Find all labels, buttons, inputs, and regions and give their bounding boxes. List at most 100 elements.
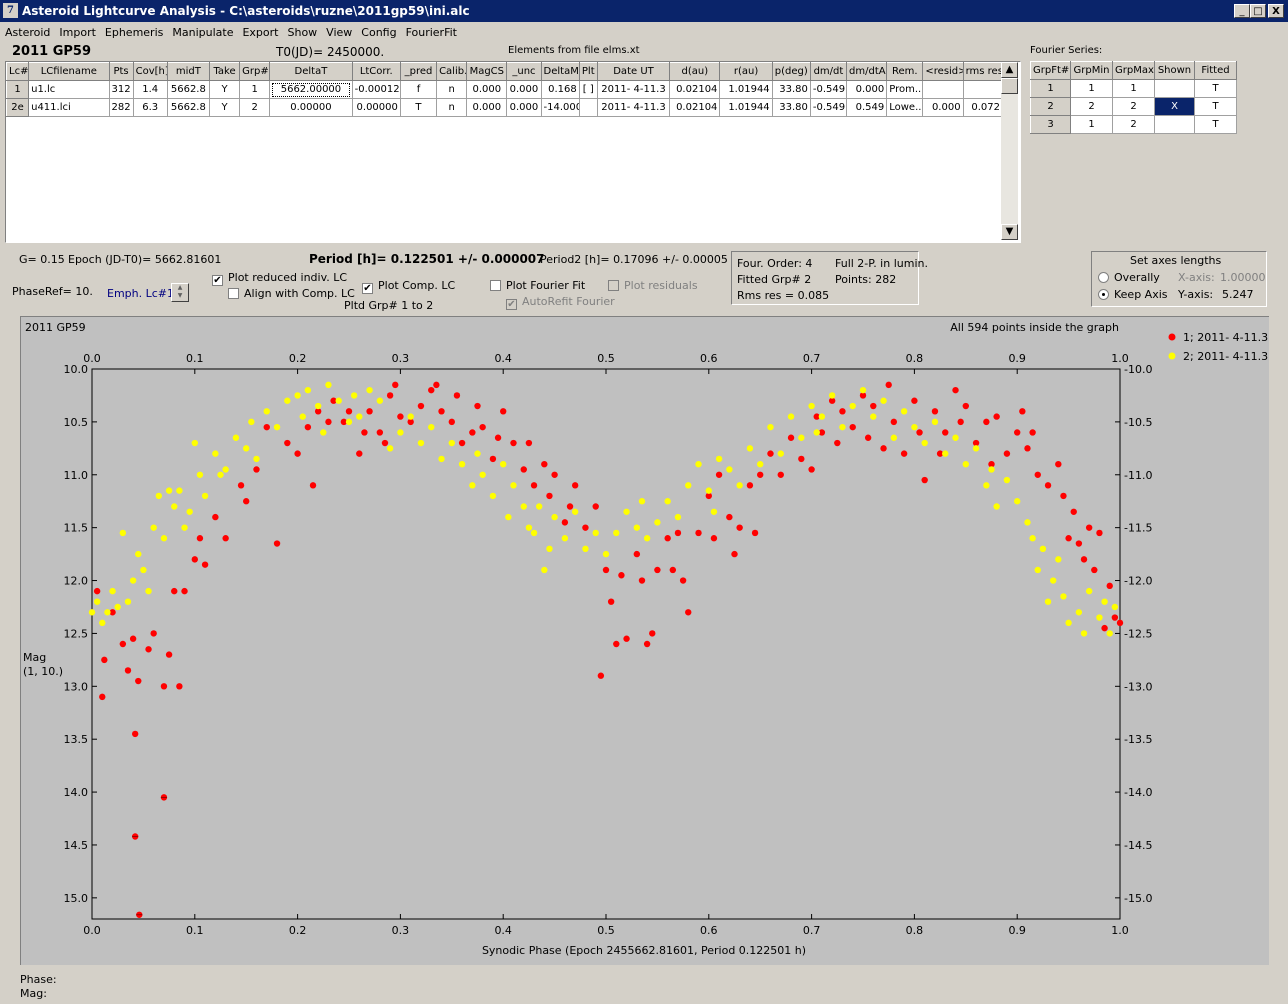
cell[interactable]: 1 (239, 80, 271, 99)
cell[interactable]: T (1194, 97, 1237, 116)
autorefit-checkbox[interactable]: ✔ AutoRefit Fourier (506, 295, 615, 310)
lightcurve-plot[interactable]: 2011 GP59 All 594 points inside the grap… (20, 316, 1269, 965)
checkbox-checked-icon[interactable]: ✔ (362, 283, 373, 294)
radio-selected-icon[interactable] (1098, 289, 1109, 300)
cell[interactable]: 6.3 (132, 98, 168, 117)
col-header[interactable]: p(deg) (771, 62, 811, 81)
cell[interactable]: 282 (108, 98, 134, 117)
checkbox-icon[interactable] (228, 288, 239, 299)
row-header[interactable]: 2 (1030, 97, 1071, 116)
plot-reduced-checkbox[interactable]: ✔ Plot reduced indiv. LC (212, 271, 347, 286)
close-button[interactable]: X (1268, 4, 1284, 18)
fourier-row[interactable]: 222XT (1030, 97, 1237, 116)
cell[interactable]: 1 (1070, 79, 1113, 98)
col-header[interactable]: Rem. (886, 62, 924, 81)
menu-view[interactable]: View (321, 24, 356, 39)
cell[interactable]: 5662.8 (166, 80, 210, 99)
checkbox-icon[interactable] (608, 280, 619, 291)
cell[interactable]: [ ] (578, 80, 598, 99)
cell[interactable] (1154, 115, 1195, 134)
table-scrollbar[interactable]: ▲ ▼ (1001, 62, 1018, 240)
cell-selected[interactable]: X (1154, 97, 1195, 116)
cell[interactable]: f (399, 80, 438, 99)
emph-spinner[interactable]: ▲ ▼ (171, 283, 189, 302)
cell[interactable]: 1.01944 (719, 98, 773, 117)
cell[interactable]: 1 (1112, 79, 1155, 98)
cell[interactable]: -0.549 (809, 80, 848, 99)
cell[interactable]: 0.072 (962, 98, 1004, 117)
menu-config[interactable]: Config (356, 24, 400, 39)
checkbox-checked-icon[interactable]: ✔ (506, 299, 517, 310)
cell[interactable]: u411.lci (28, 98, 110, 117)
col-header[interactable]: LtCorr. (351, 62, 401, 81)
col-header[interactable]: MagCS (466, 62, 508, 81)
y-axis-value[interactable]: 5.247 (1222, 288, 1254, 301)
cell[interactable]: 2011- 4-11.3 (596, 98, 671, 117)
row-header[interactable]: 1 (1030, 79, 1071, 98)
col-header[interactable]: dm/dtA (846, 62, 888, 81)
cell[interactable]: n (436, 98, 468, 117)
fourier-row[interactable]: 111T (1030, 79, 1237, 98)
scroll-up-icon[interactable]: ▲ (1001, 62, 1018, 78)
menu-asteroid[interactable]: Asteroid (0, 24, 54, 39)
overally-radio[interactable]: Overally (1098, 271, 1160, 284)
cell[interactable]: n (436, 80, 468, 99)
minimize-button[interactable]: _ (1234, 4, 1250, 18)
cell[interactable]: 0.02104 (669, 98, 721, 117)
cell[interactable]: Y (208, 80, 241, 99)
cell[interactable]: 1.01944 (719, 80, 773, 99)
cell[interactable]: T (1194, 115, 1237, 134)
col-header[interactable]: Plt (578, 62, 598, 81)
chart-svg[interactable]: 2011 GP59 All 594 points inside the grap… (21, 317, 1269, 965)
row-header[interactable]: 3 (1030, 115, 1071, 134)
cell[interactable]: 0.000 (506, 98, 542, 117)
cell[interactable]: 33.80 (771, 80, 811, 99)
menu-ephemeris[interactable]: Ephemeris (100, 24, 167, 39)
plot-residuals-checkbox[interactable]: Plot residuals (608, 279, 698, 292)
cell-selected[interactable]: 5662.00000 (269, 80, 353, 99)
plot-comp-checkbox[interactable]: ✔ Plot Comp. LC (362, 279, 455, 294)
cell[interactable]: 0.000 (922, 98, 964, 117)
cell[interactable]: -0.549 (809, 98, 848, 117)
scroll-thumb[interactable] (1001, 78, 1018, 94)
cell[interactable]: 0.00000 (351, 98, 401, 117)
cell[interactable]: 2011- 4-11.3 (596, 80, 671, 99)
keep-axis-radio[interactable]: Keep Axis (1098, 288, 1168, 301)
cell[interactable]: T (1194, 79, 1237, 98)
col-header[interactable]: Lc# (6, 62, 30, 81)
cell[interactable]: 2 (1112, 97, 1155, 116)
cell[interactable]: 0.549 (846, 98, 888, 117)
cell[interactable]: 0.000 (466, 80, 508, 99)
col-header[interactable]: Calib. (436, 62, 468, 81)
col-header[interactable]: Fitted (1194, 61, 1237, 80)
col-header[interactable]: rms res (962, 62, 1004, 81)
menu-export[interactable]: Export (237, 24, 282, 39)
col-header[interactable]: d(au) (669, 62, 721, 81)
plot-fourier-checkbox[interactable]: Plot Fourier Fit (490, 279, 585, 292)
cell[interactable]: 2 (1112, 115, 1155, 134)
cell[interactable]: 0.168 (540, 80, 580, 99)
col-header[interactable]: dm/dt (809, 62, 848, 81)
table-row[interactable]: 1 u1.lc 312 1.4 5662.8 Y 1 5662.00000 -0.00012 f n… (6, 80, 1004, 99)
col-header[interactable]: LCfilename (28, 62, 110, 81)
cell[interactable]: T (399, 98, 438, 117)
cell[interactable]: Y (208, 98, 241, 117)
scroll-down-icon[interactable]: ▼ (1001, 224, 1018, 240)
col-header[interactable]: GrpMax (1112, 61, 1155, 80)
cell[interactable]: -14.000 (540, 98, 580, 117)
col-header[interactable]: Grp# (239, 62, 271, 81)
col-header[interactable]: GrpFt# (1030, 61, 1071, 80)
cell[interactable]: 33.80 (771, 98, 811, 117)
col-header[interactable]: DeltaT (269, 62, 353, 81)
x-axis-value[interactable]: 1.00000 (1220, 271, 1266, 284)
menu-import[interactable]: Import (54, 24, 100, 39)
table-row[interactable]: 2e u411.lci 282 6.3 5662.8 Y 2 0.00000 0.00000 Tn… (6, 98, 1004, 117)
col-header[interactable]: _pred (399, 62, 438, 81)
col-header[interactable]: <resid> (922, 62, 964, 81)
col-header[interactable]: Shown (1154, 61, 1195, 80)
cell[interactable]: 0.000 (466, 98, 508, 117)
col-header[interactable]: r(au) (719, 62, 773, 81)
col-header[interactable]: Pts (108, 62, 134, 81)
cell[interactable]: 0.00000 (269, 98, 353, 117)
menu-fourierfit[interactable]: FourierFit (401, 24, 461, 39)
